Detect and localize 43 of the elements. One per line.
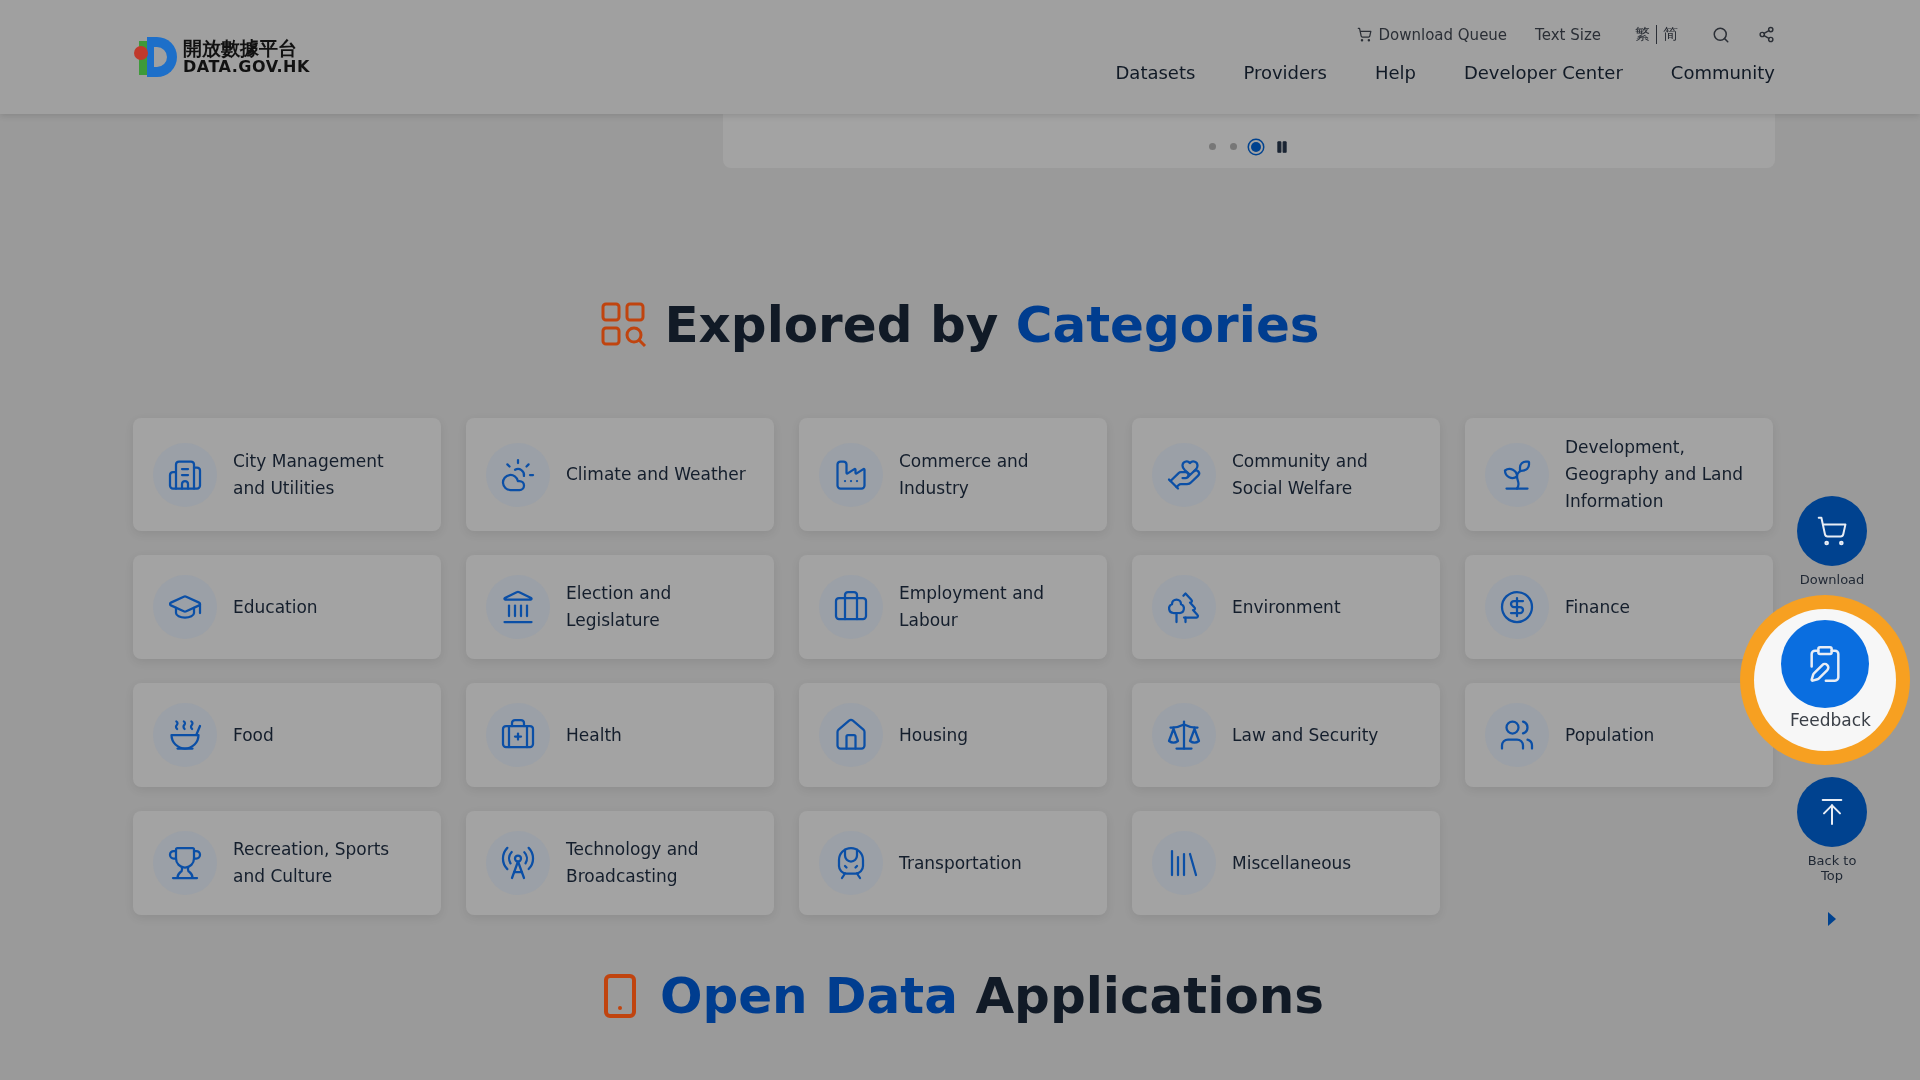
category-card[interactable]: Population (1465, 683, 1773, 787)
nav-link[interactable]: Providers (1243, 62, 1327, 83)
section-title: Open Data Applications (659, 967, 1325, 1025)
download-queue-link[interactable]: Download Queue (1357, 25, 1508, 44)
category-card[interactable]: Miscellaneous (1132, 811, 1440, 915)
cart-icon (1816, 515, 1848, 547)
nav-link[interactable]: Developer Center (1463, 62, 1623, 83)
category-card[interactable]: Finance (1465, 555, 1773, 659)
carousel-dot[interactable] (1209, 143, 1216, 150)
category-card[interactable]: Climate and Weather (466, 418, 774, 531)
language-link[interactable]: 简 (1656, 25, 1684, 44)
category-card[interactable]: Commerce and Industry (799, 418, 1107, 531)
pause-icon[interactable] (1275, 140, 1289, 154)
search-icon[interactable] (1712, 25, 1730, 44)
logo-english-text: DATA.GOV.HK (183, 58, 310, 76)
category-card[interactable]: Law and Security (1132, 683, 1440, 787)
nav-link[interactable]: Community (1670, 62, 1775, 83)
category-card[interactable]: Development, Geography and Land Information (1465, 418, 1773, 531)
category-card[interactable]: Transportation (799, 811, 1107, 915)
category-card[interactable]: Environment (1132, 555, 1440, 659)
nav-link[interactable]: Help (1374, 62, 1416, 83)
section-title: Explored by Categories (664, 296, 1320, 354)
category-card[interactable]: Community and Social Welfare (1132, 418, 1440, 531)
language-link[interactable]: 繁 (1629, 25, 1656, 44)
category-search-icon (600, 301, 649, 349)
carousel-dot[interactable] (1230, 143, 1237, 150)
category-card[interactable]: Food (133, 683, 441, 787)
logo-icon (133, 35, 179, 79)
category-card[interactable]: Employment and Labour (799, 555, 1107, 659)
carousel-dot[interactable] (1251, 142, 1261, 152)
cart-icon (1357, 27, 1373, 42)
category-card[interactable]: Technology and Broadcasting (466, 811, 774, 915)
category-card[interactable]: Recreation, Sports and Culture (133, 811, 441, 915)
logo-chinese-text: 開放數據平台 (183, 38, 297, 59)
text-size-link[interactable]: Text Size (1535, 25, 1601, 44)
caret-icon[interactable] (1827, 911, 1837, 927)
category-card[interactable]: Education (133, 555, 441, 659)
category-card[interactable]: Health (466, 683, 774, 787)
category-card[interactable]: Election and Legislature (466, 555, 774, 659)
category-card[interactable]: City Management and Utilities (133, 418, 441, 531)
nav-link[interactable]: Datasets (1115, 62, 1196, 83)
category-card[interactable]: Housing (799, 683, 1107, 787)
share-icon[interactable] (1758, 26, 1775, 43)
